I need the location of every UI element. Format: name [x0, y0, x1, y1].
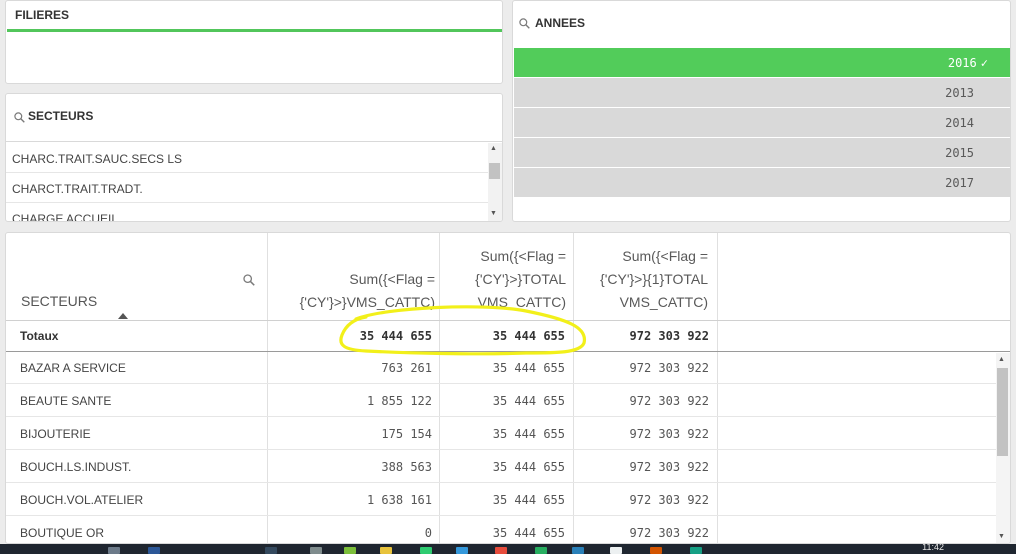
row-divider	[6, 482, 996, 483]
year-item-2015[interactable]: 2015	[514, 138, 1010, 167]
year-item-2013[interactable]: 2013	[514, 78, 1010, 107]
highlight-annotation	[339, 305, 586, 356]
header-measure-3-line-2: {'CY'}>}{1}TOTAL	[600, 271, 708, 287]
header-secteurs-label: SECTEURS	[21, 293, 98, 309]
taskbar: 11:42	[0, 542, 1016, 554]
year-label: 2015	[945, 146, 974, 160]
check-icon: ✓	[980, 56, 988, 70]
row-divider	[6, 383, 996, 384]
year-item-2017[interactable]: 2017	[514, 168, 1010, 197]
taskbar-app-icon[interactable]	[650, 547, 662, 554]
search-icon[interactable]	[243, 274, 255, 286]
row-value-3: 972 303 922	[629, 361, 709, 375]
row-value-1: 175 154	[381, 427, 432, 441]
sort-ascending-icon[interactable]	[118, 313, 128, 319]
secteurs-filter-header[interactable]: SECTEURS	[6, 94, 502, 142]
header-secteurs[interactable]: SECTEURS	[6, 233, 267, 320]
scroll-up-arrow-icon[interactable]: ▲	[998, 356, 1005, 364]
row-label: BOUCH.LS.INDUST.	[20, 460, 132, 474]
year-label: 2016	[947, 56, 977, 70]
row-label: BOUTIQUE OR	[20, 526, 105, 540]
row-divider	[6, 515, 996, 516]
list-item[interactable]: CHARGE ACCUEIL	[6, 203, 488, 222]
header-measure-2-line-1: Sum({<Flag =	[480, 248, 566, 264]
search-icon[interactable]	[519, 18, 530, 29]
taskbar-app-icon[interactable]	[380, 547, 392, 554]
list-item-label: CHARC.TRAIT.SAUC.SECS LS	[12, 152, 183, 166]
secteurs-filter-pane: SECTEURS CHARC.TRAIT.SAUC.SECS LS CHARCT…	[5, 93, 503, 222]
taskbar-app-icon[interactable]	[310, 547, 322, 554]
taskbar-app-icon[interactable]	[495, 547, 507, 554]
taskbar-app-icon[interactable]	[572, 547, 584, 554]
row-value-1: 1 638 161	[366, 493, 432, 507]
scroll-down-arrow-icon[interactable]: ▼	[490, 210, 497, 218]
row-value-1: 0	[424, 526, 432, 540]
year-item-2014[interactable]: 2014	[514, 108, 1010, 137]
row-label: BIJOUTERIE	[20, 427, 91, 441]
year-label: 2017	[945, 176, 974, 190]
secteurs-scrollbar[interactable]: ▲ ▼	[488, 143, 502, 221]
header-measure-2-line-2: {'CY'}>}TOTAL	[475, 271, 566, 287]
row-value-2: 35 444 655	[492, 526, 565, 540]
taskbar-app-icon[interactable]	[148, 547, 160, 554]
row-value-3: 972 303 922	[629, 493, 709, 507]
row-value-1: 763 261	[381, 361, 432, 375]
row-label: BAZAR A SERVICE	[20, 361, 126, 375]
search-icon[interactable]	[14, 112, 25, 123]
row-value-2: 35 444 655	[492, 361, 565, 375]
taskbar-app-icon[interactable]	[108, 547, 120, 554]
year-label: 2014	[945, 116, 974, 130]
scrollbar-thumb[interactable]	[489, 163, 500, 179]
taskbar-app-icon[interactable]	[456, 547, 468, 554]
scroll-up-arrow-icon[interactable]: ▲	[490, 145, 497, 153]
pivot-table: SECTEURS Sum({<Flag = {'CY'}>}VMS_CATTC)…	[5, 232, 1011, 544]
row-value-3: 972 303 922	[629, 394, 709, 408]
row-value-2: 35 444 655	[492, 394, 565, 408]
highlight-stroke	[339, 305, 586, 356]
column-divider	[717, 233, 718, 543]
scroll-down-arrow-icon[interactable]: ▼	[998, 533, 1005, 541]
secteurs-filter-title: SECTEURS	[28, 109, 94, 123]
row-value-3: 972 303 922	[629, 526, 709, 540]
filieres-title: FILIERES	[15, 8, 70, 22]
taskbar-clock: 11:42	[922, 542, 944, 552]
totals-label: Totaux	[20, 329, 59, 343]
year-label: 2013	[945, 86, 974, 100]
row-value-1: 1 855 122	[366, 394, 432, 408]
taskbar-app-icon[interactable]	[610, 547, 622, 554]
filieres-filter-pane[interactable]: FILIERES	[5, 0, 503, 84]
taskbar-app-icon[interactable]	[344, 547, 356, 554]
row-label: BEAUTE SANTE	[20, 394, 112, 408]
list-item[interactable]: CHARCT.TRAIT.TRADT.	[6, 173, 488, 203]
taskbar-app-icon[interactable]	[265, 547, 277, 554]
taskbar-app-icon[interactable]	[690, 547, 702, 554]
list-item-label: CHARGE ACCUEIL	[12, 212, 119, 222]
table-scrollbar[interactable]: ▲ ▼	[996, 353, 1010, 543]
row-value-2: 35 444 655	[492, 460, 565, 474]
scrollbar-thumb[interactable]	[997, 368, 1008, 456]
row-value-3: 972 303 922	[629, 427, 709, 441]
row-value-3: 972 303 922	[629, 460, 709, 474]
list-item[interactable]: CHARC.TRAIT.SAUC.SECS LS	[6, 143, 488, 173]
taskbar-app-icon[interactable]	[535, 547, 547, 554]
row-value-2: 35 444 655	[492, 427, 565, 441]
row-divider	[6, 416, 996, 417]
annees-filter-pane: ANNEES 2016 ✓ 2013 2014 2015 2017	[512, 0, 1011, 222]
row-value-1: 388 563	[381, 460, 432, 474]
filieres-selection-bar	[7, 29, 502, 32]
annees-filter-title: ANNEES	[535, 16, 586, 30]
list-item-label: CHARCT.TRAIT.TRADT.	[12, 182, 143, 196]
header-measure-3-line-1: Sum({<Flag =	[622, 248, 708, 264]
year-item-2016[interactable]: 2016 ✓	[514, 48, 1010, 77]
row-label: BOUCH.VOL.ATELIER	[20, 493, 144, 507]
row-divider	[6, 449, 996, 450]
header-measure-1-line-1: Sum({<Flag =	[349, 271, 435, 287]
row-value-2: 35 444 655	[492, 493, 565, 507]
taskbar-app-icon[interactable]	[420, 547, 432, 554]
